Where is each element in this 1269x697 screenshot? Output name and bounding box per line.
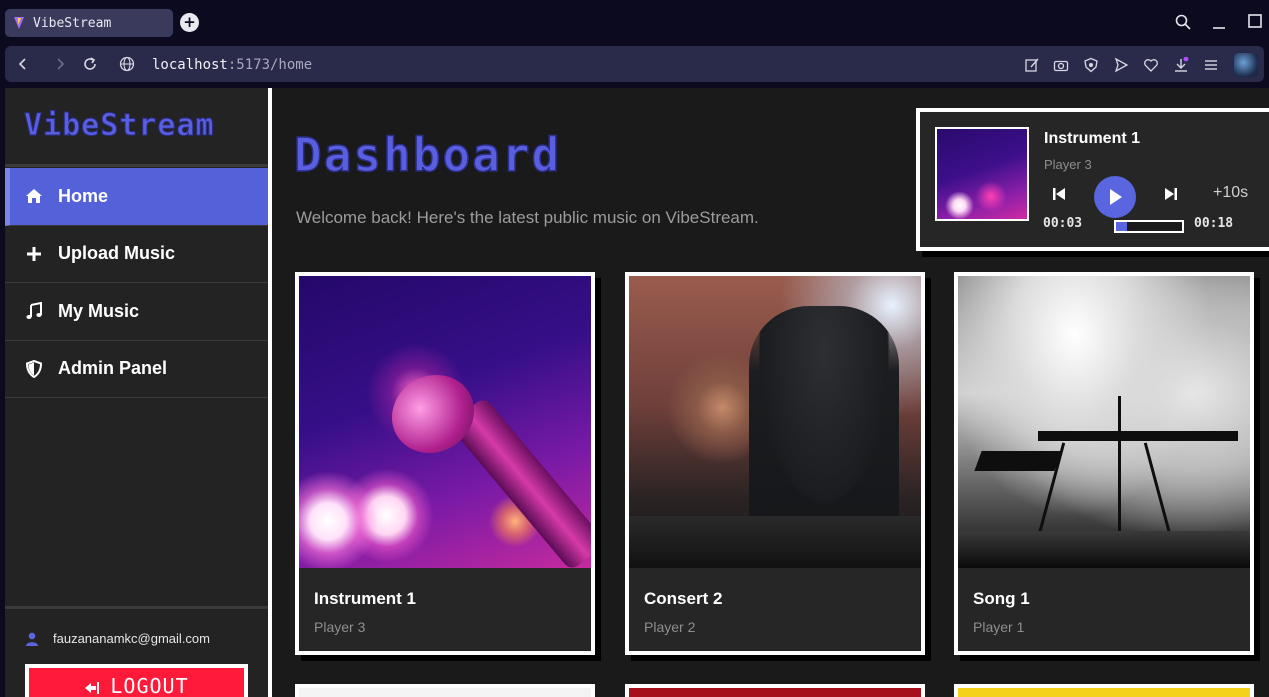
music-card-partial[interactable] [625, 684, 925, 697]
edit-page-icon[interactable] [1024, 57, 1040, 73]
player-track-title: Instrument 1 [1044, 130, 1141, 147]
music-card[interactable]: Consert 2 Player 2 [625, 272, 925, 655]
music-card-partial[interactable] [954, 684, 1254, 697]
new-tab-button[interactable]: + [180, 13, 199, 32]
sidebar-item-admin-panel[interactable]: Admin Panel [5, 341, 268, 398]
address-box[interactable]: localhost:5173/home [5, 46, 1264, 82]
music-card-title: Instrument 1 [314, 589, 417, 608]
search-icon[interactable] [1175, 14, 1191, 30]
player-current-time: 00:03 [1043, 216, 1083, 231]
sidebar-item-label: My Music [58, 300, 140, 321]
forward-icon[interactable] [52, 56, 68, 72]
browser-address-bar: localhost:5173/home [0, 44, 1269, 88]
user-icon [25, 632, 39, 646]
browser-tab-bar: VibeStream + [0, 0, 1269, 44]
sidebar-item-label: Home [58, 185, 109, 206]
player-duration: 00:18 [1194, 216, 1234, 231]
now-playing-player: Instrument 1 Player 3 +10s 00:03 00:18 [916, 108, 1269, 251]
logout-icon [84, 676, 100, 697]
sidebar-footer-divider [5, 606, 268, 609]
music-card-title: Consert 2 [644, 589, 723, 608]
music-card[interactable]: Instrument 1 Player 3 [295, 272, 595, 655]
next-track-icon[interactable] [1164, 186, 1178, 202]
music-card-artist: Player 2 [644, 619, 696, 635]
vite-favicon-icon [14, 17, 24, 29]
sidebar-item-label: Upload Music [58, 243, 176, 264]
current-user: fauzananamkc@gmail.com [25, 631, 210, 646]
skip-forward-button[interactable]: +10s [1213, 184, 1248, 202]
app-root: VibeStream Home Upload Music My Music Ad… [0, 88, 1269, 697]
download-icon[interactable] [1173, 57, 1189, 73]
sidebar-nav: Home Upload Music My Music Admin Panel [5, 168, 268, 398]
previous-track-icon[interactable] [1052, 186, 1066, 202]
reload-icon[interactable] [82, 56, 98, 72]
page-subtitle: Welcome back! Here's the latest public m… [296, 208, 759, 227]
music-card-artist: Player 3 [314, 619, 366, 635]
send-icon[interactable] [1113, 57, 1129, 73]
play-button[interactable] [1094, 176, 1136, 218]
sidebar-item-upload-music[interactable]: Upload Music [5, 226, 268, 283]
tab-title: VibeStream [33, 15, 112, 31]
logout-label: LOGOUT [110, 674, 189, 697]
main-content: Dashboard Welcome back! Here's the lates… [272, 88, 1269, 697]
url-text[interactable]: localhost:5173/home [152, 57, 312, 73]
music-card-title: Song 1 [973, 589, 1030, 608]
sidebar-item-my-music[interactable]: My Music [5, 283, 268, 341]
player-progress-fill [1116, 222, 1128, 231]
profile-avatar[interactable] [1234, 53, 1258, 77]
player-progress-bar[interactable] [1114, 220, 1184, 233]
url-host: localhost [152, 57, 228, 73]
music-card-image [299, 276, 591, 568]
sidebar: VibeStream Home Upload Music My Music Ad… [0, 88, 272, 697]
shield-icon [25, 359, 43, 378]
maximize-icon[interactable] [1248, 14, 1262, 28]
back-icon[interactable] [15, 56, 31, 72]
player-cover-art [935, 127, 1029, 221]
music-card-partial[interactable] [295, 684, 595, 697]
home-icon [25, 187, 43, 205]
minimize-icon[interactable] [1212, 14, 1226, 30]
sidebar-item-home[interactable]: Home [5, 168, 268, 226]
url-path: :5173/home [227, 57, 313, 73]
music-note-icon [25, 302, 43, 320]
play-icon [1110, 189, 1122, 205]
logout-button[interactable]: LOGOUT [25, 664, 248, 697]
plus-icon [25, 245, 43, 263]
heart-icon[interactable] [1143, 57, 1159, 73]
browser-tab[interactable]: VibeStream [5, 9, 173, 37]
music-card-image [958, 276, 1250, 568]
globe-icon [119, 56, 135, 72]
camera-icon[interactable] [1053, 57, 1069, 73]
music-card[interactable]: Song 1 Player 1 [954, 272, 1254, 655]
music-card-artist: Player 1 [973, 619, 1025, 635]
page-title: Dashboard [293, 127, 562, 183]
shield-extension-icon[interactable] [1083, 57, 1099, 73]
music-card-image [629, 276, 921, 568]
player-track-artist: Player 3 [1044, 157, 1092, 172]
app-logo[interactable]: VibeStream [24, 108, 215, 144]
sidebar-divider [5, 164, 268, 167]
sidebar-item-label: Admin Panel [58, 358, 168, 379]
menu-icon[interactable] [1203, 57, 1219, 73]
user-email: fauzananamkc@gmail.com [53, 631, 210, 646]
